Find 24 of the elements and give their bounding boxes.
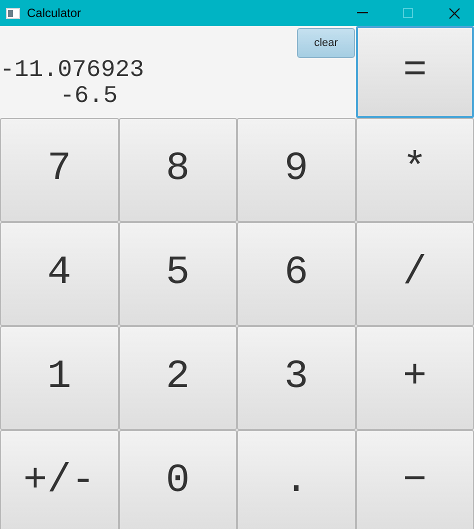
key-button[interactable]: * xyxy=(356,118,474,222)
key-button[interactable]: 4 xyxy=(0,222,118,326)
key-button[interactable]: +/- xyxy=(0,430,118,529)
key-button[interactable]: 1 xyxy=(0,326,118,430)
window-title: Calculator xyxy=(27,5,82,22)
minimize-icon[interactable] xyxy=(357,12,368,14)
key-button[interactable]: . xyxy=(237,430,356,529)
key-button[interactable]: − xyxy=(356,430,474,529)
key-button[interactable]: 3 xyxy=(237,326,356,430)
app-icon xyxy=(6,8,20,18)
display-text: -11.076923 xyxy=(0,58,144,84)
key-button[interactable]: + xyxy=(356,326,474,430)
key-button[interactable]: 5 xyxy=(118,222,237,326)
close-icon[interactable] xyxy=(449,8,460,18)
key-button[interactable]: 6 xyxy=(237,222,356,326)
key-button[interactable]: 0 xyxy=(118,430,237,529)
key-button[interactable]: 8 xyxy=(118,118,237,222)
key-button[interactable]: / xyxy=(356,222,474,326)
key-button[interactable]: 2 xyxy=(118,326,237,430)
equals-button[interactable]: = xyxy=(356,26,474,118)
display-text: -6.5 xyxy=(59,84,119,110)
key-button[interactable]: 7 xyxy=(0,118,118,222)
clear-button[interactable]: clear xyxy=(297,28,355,58)
key-button[interactable]: 9 xyxy=(237,118,356,222)
